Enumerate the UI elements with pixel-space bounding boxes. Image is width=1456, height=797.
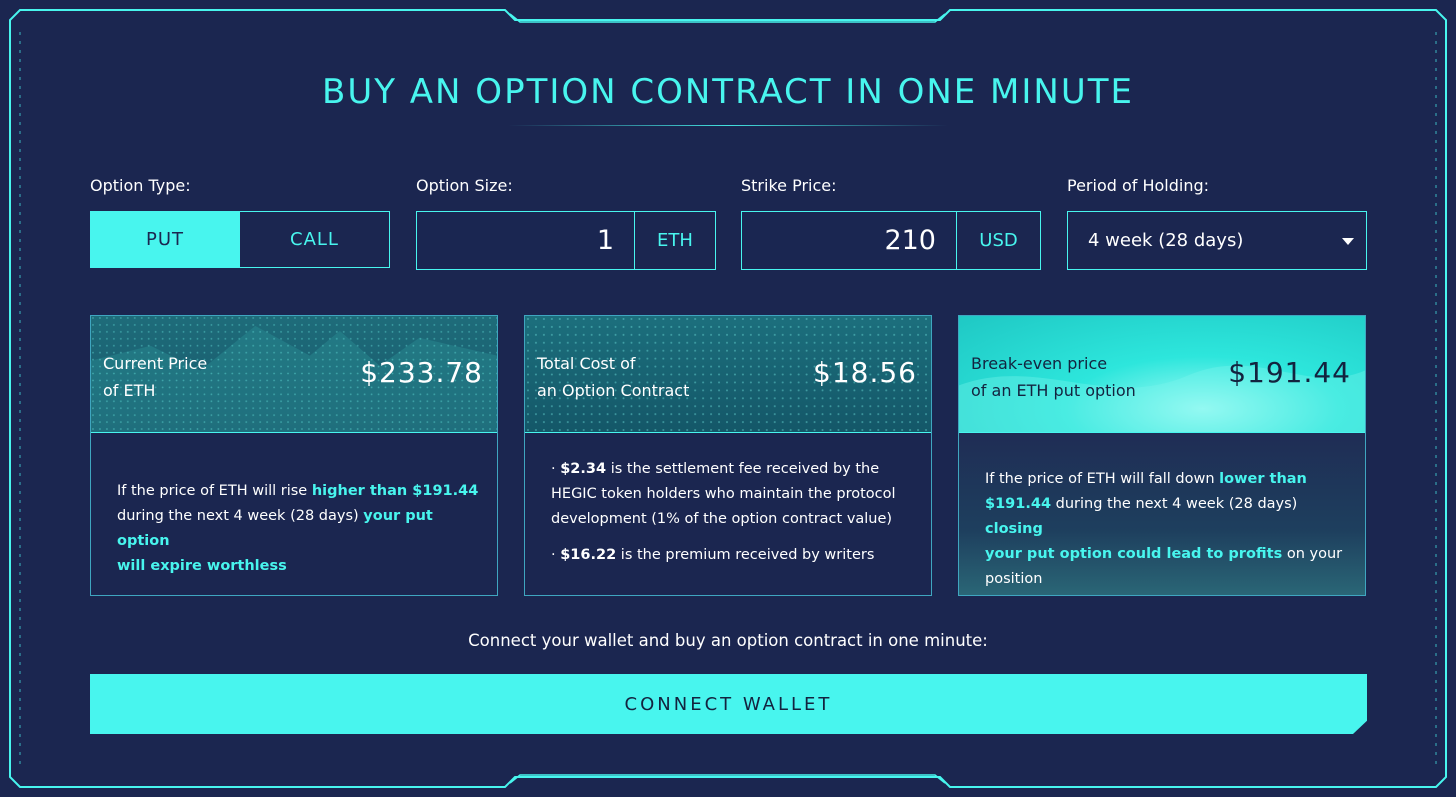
total-cost-card-body: · $2.34 is the settlement fee received b… [525,433,931,595]
break-even-card-body: If the price of ETH will fall down lower… [959,433,1365,595]
current-price-card-body: If the price of ETH will rise higher tha… [91,433,497,595]
desc-text: If the price of ETH will rise [117,483,312,499]
desc-highlight: $191.44 [985,496,1052,512]
premium-amount: $16.22 [560,547,617,563]
current-price-card: Current Price of ETH $233.78 If the pric… [90,315,498,596]
option-size-unit: ETH [634,211,716,270]
period-label: Period of Holding: [1067,176,1210,195]
total-cost-card-header: Total Cost of an Option Contract $18.56 [525,316,931,433]
desc-text: position [985,571,1043,587]
option-type-label: Option Type: [90,176,191,195]
desc-highlight: closing [985,521,1043,537]
title-underline [508,125,948,126]
period-select[interactable]: 4 week (28 days) [1067,211,1367,270]
call-toggle-button[interactable]: CALL [240,211,390,268]
current-price-label-line2: of ETH [103,381,156,400]
break-even-label-line1: Break-even price [971,354,1108,373]
settlement-fee-text: development (1% of the option contract v… [551,511,893,527]
option-size-label: Option Size: [416,176,513,195]
break-even-description: If the price of ETH will fall down lower… [985,467,1355,592]
strike-price-input[interactable]: 210 [741,211,957,270]
desc-highlight: will expire worthless [117,558,287,574]
option-size-input[interactable]: 1 [416,211,635,270]
bullet-dot: · [551,461,556,477]
period-select-value: 4 week (28 days) [1088,230,1244,251]
desc-text: on your [1282,546,1343,562]
break-even-label-line2: of an ETH put option [971,381,1136,400]
chevron-down-icon [1342,238,1354,245]
connect-caption: Connect your wallet and buy an option co… [468,631,988,650]
settlement-fee-bullet: · $2.34 is the settlement fee received b… [551,457,921,532]
page-title: BUY AN OPTION CONTRACT IN ONE MINUTE [322,72,1134,112]
desc-text: during the next 4 week (28 days) [117,508,364,524]
total-cost-label: Total Cost of an Option Contract [537,350,689,404]
desc-highlight: lower than [1219,471,1307,487]
settlement-fee-amount: $2.34 [560,461,607,477]
current-price-label-line1: Current Price [103,354,208,373]
total-cost-label-line1: Total Cost of [537,354,636,373]
desc-highlight: your put option could lead to profits [985,546,1283,562]
desc-text: If the price of ETH will fall down [985,471,1220,487]
current-price-label: Current Price of ETH [103,350,207,404]
current-price-card-header: Current Price of ETH $233.78 [91,316,497,433]
connect-wallet-button[interactable]: CONNECT WALLET [90,674,1367,734]
total-cost-card: Total Cost of an Option Contract $18.56 … [524,315,932,596]
break-even-card: Break-even price of an ETH put option $1… [958,315,1366,596]
current-price-value: $233.78 [360,356,483,389]
break-even-value: $191.44 [1228,356,1351,389]
settlement-fee-text: is the settlement fee received by the [606,461,880,477]
desc-text: during the next 4 week (28 days) [1051,496,1298,512]
premium-text: is the premium received by writers [616,547,875,563]
bullet-dot: · [551,547,556,563]
total-cost-value: $18.56 [813,356,917,389]
settlement-fee-text: HEGIC token holders who maintain the pro… [551,486,896,502]
premium-bullet: · $16.22 is the premium received by writ… [551,543,921,568]
put-toggle-button[interactable]: PUT [90,211,240,268]
break-even-card-header: Break-even price of an ETH put option $1… [959,316,1365,433]
current-price-description: If the price of ETH will rise higher tha… [117,479,487,579]
desc-highlight: higher than $191.44 [311,483,479,499]
total-cost-label-line2: an Option Contract [537,381,690,400]
break-even-label: Break-even price of an ETH put option [971,350,1136,404]
strike-price-unit: USD [956,211,1041,270]
strike-price-label: Strike Price: [741,176,837,195]
